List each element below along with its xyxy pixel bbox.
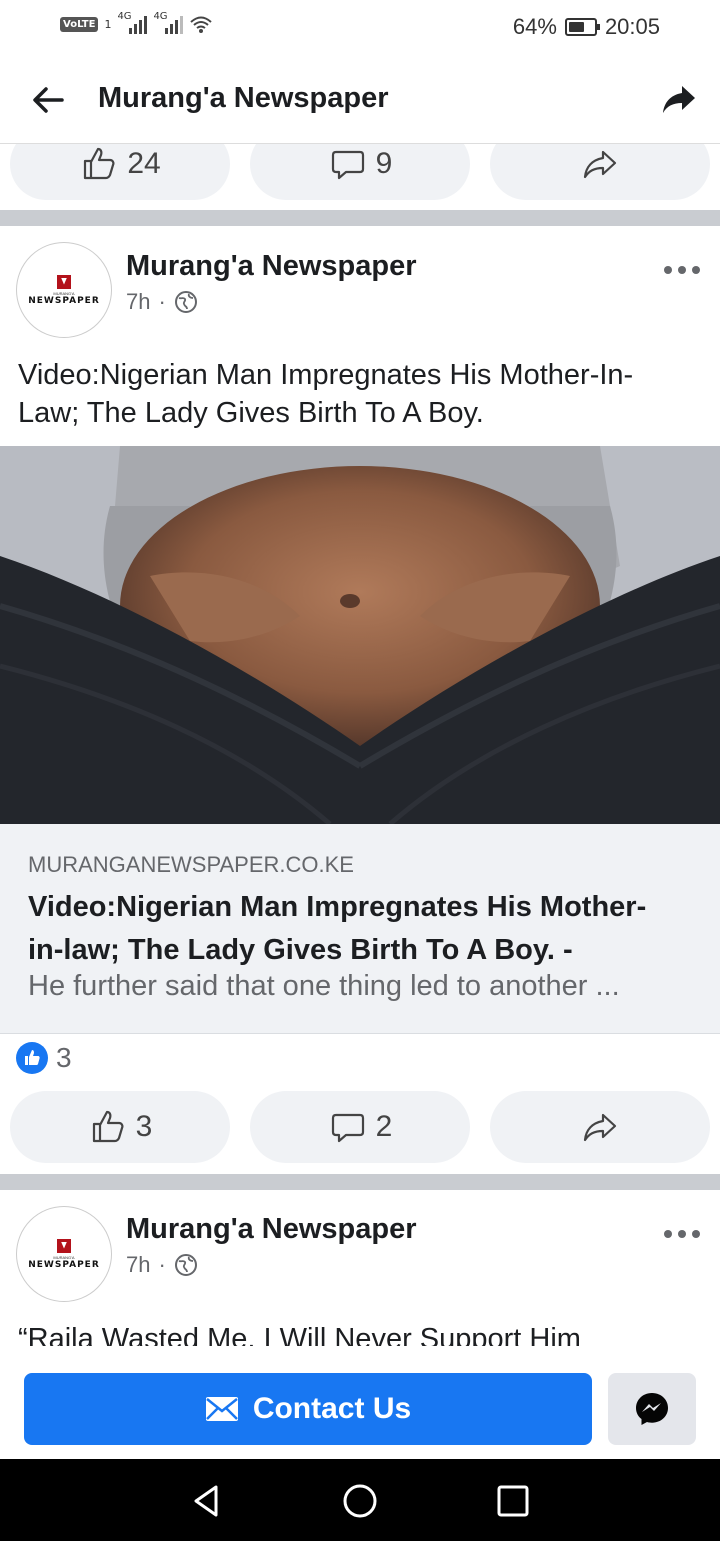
like-button[interactable]: 3	[10, 1091, 230, 1163]
like-count: 24	[127, 147, 161, 180]
more-options-icon[interactable]	[664, 266, 700, 278]
messenger-button[interactable]	[608, 1373, 696, 1445]
avatar-text: NEWSPAPER	[28, 295, 100, 306]
share-arrow-icon	[583, 150, 617, 179]
nav-recents-icon[interactable]	[493, 1481, 533, 1521]
thumbs-up-icon	[92, 1110, 124, 1143]
link-domain: MURANGANEWSPAPER.CO.KE	[28, 852, 354, 877]
link-description: He further said that one thing led to an…	[28, 970, 620, 1002]
meta-separator: ·	[158, 289, 166, 314]
post-author[interactable]: Murang'a Newspaper	[126, 1213, 417, 1246]
contact-us-button[interactable]: Contact Us	[24, 1373, 592, 1445]
thumbs-up-icon	[84, 147, 115, 180]
avatar[interactable]: MURANG'A NEWSPAPER	[16, 1206, 112, 1302]
avatar-text: NEWSPAPER	[28, 1259, 100, 1270]
comment-icon	[331, 150, 364, 180]
battery-percent: 64%	[512, 14, 557, 39]
battery-icon	[564, 18, 600, 36]
post-text-line: “Raila Wasted Me, I Will Never Support H…	[18, 1323, 581, 1346]
clock: 20:05	[604, 14, 660, 39]
reaction-count: 3	[56, 1042, 72, 1073]
post-time[interactable]: 7h	[126, 289, 150, 315]
feed-divider	[0, 210, 720, 226]
nav-home-icon[interactable]	[340, 1481, 380, 1521]
system-nav-bar	[0, 1459, 720, 1541]
messenger-icon	[636, 1393, 668, 1425]
newspaper-logo-icon	[57, 1238, 71, 1253]
contact-us-label: Contact Us	[252, 1392, 412, 1425]
comment-count: 2	[375, 1110, 393, 1143]
globe-icon	[174, 1254, 197, 1276]
status-left: VoLTE 1 4G 4G	[60, 11, 213, 34]
pregnant-belly-photo	[0, 446, 720, 824]
status-bar: VoLTE 1 4G 4G 64% 20:05	[0, 0, 720, 56]
newspaper-logo-icon	[57, 274, 71, 289]
share-button[interactable]	[490, 1091, 710, 1163]
signal-icon-2: 4G	[153, 11, 184, 34]
signal-icon: 4G	[117, 11, 148, 34]
sim-number: 1	[104, 17, 112, 31]
back-arrow-icon[interactable]	[28, 80, 68, 120]
share-icon[interactable]	[660, 80, 698, 118]
feed-divider	[0, 1174, 720, 1190]
like-count: 3	[135, 1110, 153, 1143]
meta-separator: ·	[158, 1252, 166, 1277]
nav-back-icon[interactable]	[186, 1481, 226, 1521]
post-time[interactable]: 7h	[126, 1252, 150, 1278]
more-options-icon[interactable]	[664, 1230, 700, 1242]
link-title-line: in-law; The Lady Gives Birth To A Boy. -	[28, 934, 573, 966]
link-title: Video:Nigerian Man Impregnates His Mothe…	[28, 886, 698, 972]
wifi-icon	[190, 16, 213, 33]
globe-icon	[174, 291, 197, 313]
share-arrow-icon	[583, 1113, 617, 1142]
post-1-actions: 3 2	[10, 1091, 710, 1163]
post-text-line: Law; The Lady Gives Birth To A Boy.	[18, 397, 484, 429]
comment-button[interactable]: 2	[250, 1091, 470, 1163]
post-meta: 7h ·	[126, 1252, 198, 1278]
post-text-line: Video:Nigerian Man Impregnates His Mothe…	[18, 359, 634, 391]
cta-bar: Contact Us	[0, 1346, 720, 1459]
volte-badge: VoLTE	[60, 16, 99, 32]
network-type-1: 4G	[117, 11, 132, 22]
app-header: Murang'a Newspaper	[0, 56, 720, 144]
post-author[interactable]: Murang'a Newspaper	[126, 250, 417, 283]
post-text: Video:Nigerian Man Impregnates His Mothe…	[18, 356, 708, 432]
reaction-summary[interactable]: 3	[16, 1042, 72, 1074]
post-text: “Raila Wasted Me, I Will Never Support H…	[18, 1320, 708, 1346]
post-meta: 7h ·	[126, 289, 198, 315]
avatar[interactable]: MURANG'A NEWSPAPER	[16, 242, 112, 338]
network-type-2: 4G	[153, 11, 168, 22]
link-title-line: Video:Nigerian Man Impregnates His Mothe…	[28, 891, 647, 923]
status-right: 64% 20:05	[513, 14, 660, 40]
post-image[interactable]	[0, 446, 720, 824]
envelope-icon	[205, 1397, 238, 1421]
comment-icon	[331, 1113, 364, 1143]
like-reaction-icon	[16, 1042, 48, 1074]
page-title: Murang'a Newspaper	[98, 82, 389, 114]
comment-count: 9	[375, 147, 393, 180]
link-preview[interactable]: MURANGANEWSPAPER.CO.KE Video:Nigerian Ma…	[0, 824, 720, 1034]
